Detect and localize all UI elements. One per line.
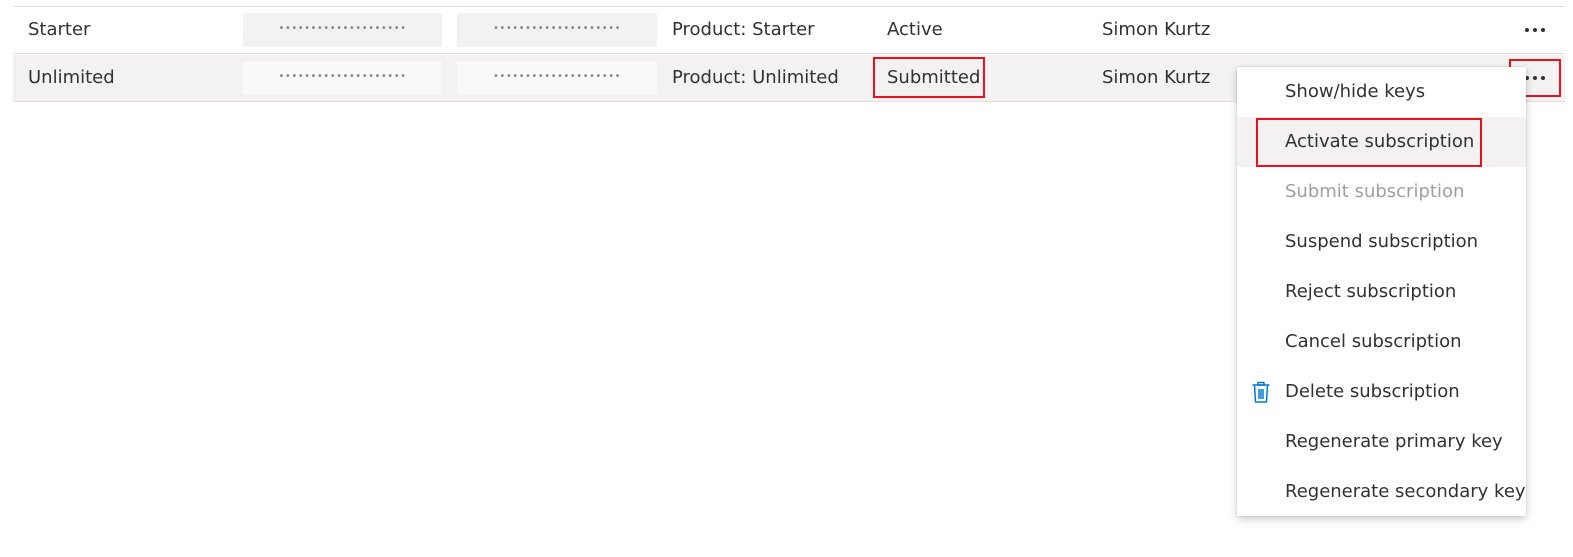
menu-item-regenerate-secondary-key[interactable]: Regenerate secondary key — [1237, 467, 1526, 517]
menu-item-submit-subscription: Submit subscription — [1285, 181, 1465, 202]
secondary-key-masked: •••••••••••••••••••• — [457, 13, 657, 47]
menu-item-delete-subscription[interactable]: Delete subscription — [1237, 367, 1526, 417]
menu-item-cancel-subscription[interactable]: Cancel subscription — [1237, 317, 1526, 367]
trash-icon — [1252, 381, 1270, 403]
context-menu: Show/hide keys Activate subscription Sub… — [1237, 67, 1526, 516]
table-row[interactable]: Starter •••••••••••••••••••• •••••••••••… — [13, 7, 1565, 54]
subscription-owner: Simon Kurtz — [1102, 19, 1211, 40]
subscription-scope: Product: Unlimited — [672, 67, 839, 88]
menu-item-show-hide-keys[interactable]: Show/hide keys — [1237, 67, 1526, 117]
primary-key-masked: •••••••••••••••••••• — [243, 61, 442, 95]
subscription-state: Active — [887, 19, 943, 40]
subscription-name: Starter — [28, 19, 91, 40]
secondary-key-masked: •••••••••••••••••••• — [457, 61, 657, 95]
menu-item-suspend-subscription[interactable]: Suspend subscription — [1237, 217, 1526, 267]
ellipsis-icon — [1525, 28, 1529, 32]
subscription-owner: Simon Kurtz — [1102, 67, 1211, 88]
primary-key-masked: •••••••••••••••••••• — [243, 13, 442, 47]
menu-item-regenerate-primary-key[interactable]: Regenerate primary key — [1237, 417, 1526, 467]
subscriptions-page: Starter •••••••••••••••••••• •••••••••••… — [0, 0, 1573, 557]
menu-item-reject-subscription[interactable]: Reject subscription — [1237, 267, 1526, 317]
subscription-scope: Product: Starter — [672, 19, 815, 40]
activate-highlight-annotation — [1256, 118, 1482, 167]
subscription-state: Submitted — [887, 67, 981, 88]
subscription-name: Unlimited — [28, 67, 115, 88]
more-actions-button[interactable] — [1509, 11, 1561, 49]
